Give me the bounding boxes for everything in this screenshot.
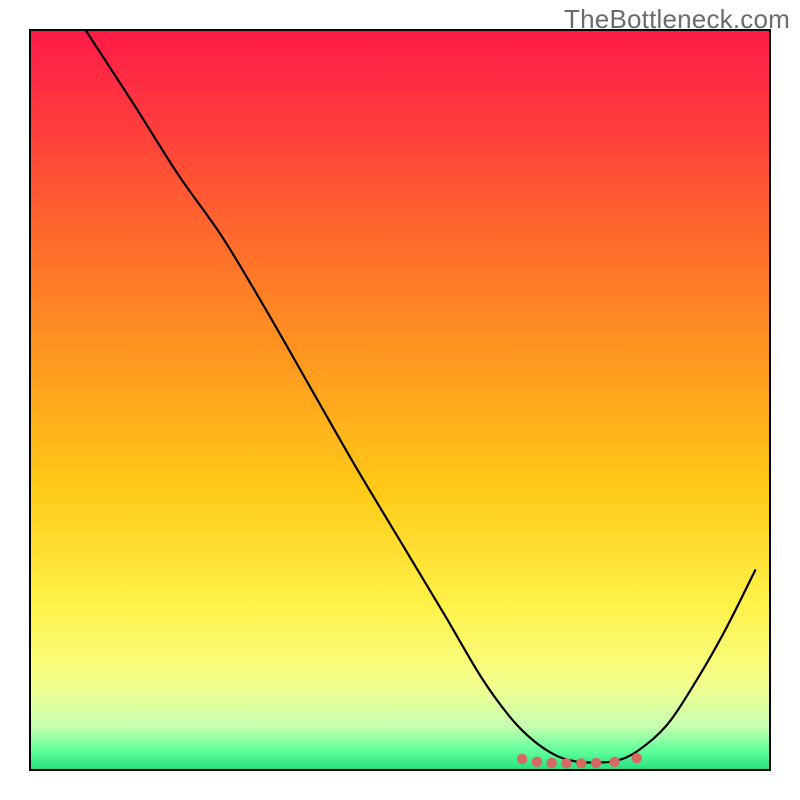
chart-svg	[0, 0, 800, 800]
min-marker	[547, 758, 557, 768]
min-marker	[591, 758, 601, 768]
chart-stage: TheBottleneck.com	[0, 0, 800, 800]
watermark-text: TheBottleneck.com	[564, 4, 790, 35]
min-marker	[576, 758, 586, 768]
min-marker	[561, 758, 571, 768]
chart-background	[30, 30, 770, 770]
min-marker	[532, 757, 542, 767]
min-marker	[632, 753, 642, 763]
min-marker	[517, 754, 527, 764]
min-marker	[609, 757, 619, 767]
